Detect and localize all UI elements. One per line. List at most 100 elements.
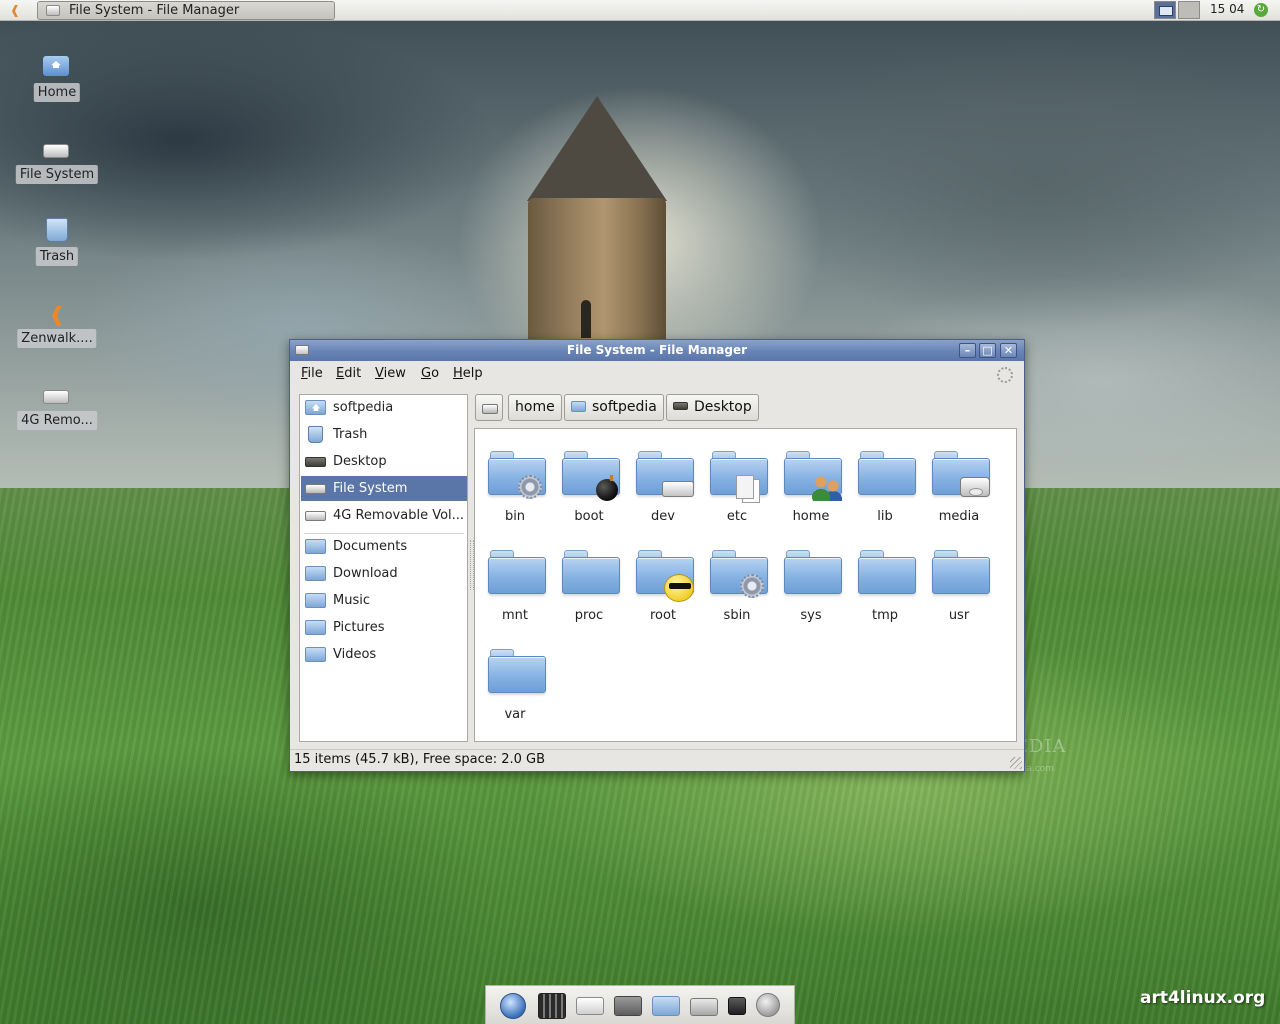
desktop-icon-label: File System [15,165,99,184]
file-item-root[interactable]: root [627,540,699,632]
folder-icon [636,550,694,602]
close-button[interactable]: ✕ [1000,343,1017,358]
sidebar-item-label: Trash [333,427,368,442]
folder-icon [636,451,694,497]
resize-grip-icon[interactable] [1010,757,1022,769]
path-button-desktop[interactable]: Desktop [666,394,759,421]
window-title: File System - File Manager [566,343,748,357]
file-item-sys[interactable]: sys [775,540,847,632]
trash-icon [308,426,323,443]
update-notifier-icon[interactable]: ↻ [1254,3,1268,17]
path-button-softpedia[interactable]: softpedia [564,394,664,421]
sidebar-item-label: Download [333,566,398,581]
menu-help-label: elp [462,366,483,381]
file-item-etc[interactable]: etc [701,441,773,533]
menu-go[interactable]: Go [421,366,439,381]
terminal-icon[interactable] [614,996,642,1016]
desktop-icon-file-system[interactable]: File System [15,134,99,208]
file-item-sbin[interactable]: sbin [701,540,773,632]
file-item-var[interactable]: var [479,639,551,731]
media-player-icon[interactable] [538,993,566,1019]
file-item-dev[interactable]: dev [627,441,699,533]
folder-icon [932,451,990,497]
file-name: tmp [871,608,898,623]
file-item-media[interactable]: media [923,441,995,533]
path-bar: home softpedia Desktop [475,394,1015,422]
folder-icon [562,451,620,501]
drive-emblem-icon [662,481,694,497]
sidebar-item-file-system[interactable]: File System [301,476,467,501]
desktop-icon-removable-drive[interactable]: 4G Remo... [16,380,98,454]
archive-icon[interactable] [690,998,718,1016]
menu-edit-label: dit [344,366,362,381]
cd-drive-emblem-icon [960,477,990,497]
sound-icon[interactable] [756,993,780,1017]
side-pane: softpedia Trash Desktop File System 4G R… [299,394,468,742]
web-browser-icon[interactable] [500,993,526,1019]
sidebar-item-removable-volume[interactable]: 4G Removable Vol... [301,503,467,528]
file-item-mnt[interactable]: mnt [479,540,551,632]
file-item-home[interactable]: home [775,441,847,533]
file-item-lib[interactable]: lib [849,441,921,533]
trash-icon [46,218,68,242]
folder-icon [305,647,326,662]
menu-edit-accel: E [336,366,345,381]
menu-go-accel: G [421,366,432,381]
zenwalk-fish-icon: ❰ [48,302,66,326]
desktop-icon-home[interactable]: Home [16,52,98,126]
file-name: sbin [723,608,751,623]
path-button-home[interactable]: home [508,394,562,421]
menu-file-label: ile [307,366,323,381]
wallpaper-tower-roof [527,96,667,201]
network-icon[interactable] [728,997,746,1015]
sidebar-item-pictures[interactable]: Pictures [301,615,467,640]
file-name: usr [948,608,970,623]
sidebar-item-download[interactable]: Download [301,561,467,586]
status-bar: 15 items (45.7 kB), Free space: 2.0 GB [290,749,1024,771]
panel-clock[interactable]: 15 04 [1210,2,1244,16]
file-item-boot[interactable]: boot [553,441,625,533]
minimize-button[interactable]: – [959,343,976,358]
path-button-filesystem-root[interactable] [475,394,503,421]
sidebar-item-music[interactable]: Music [301,588,467,613]
drive-icon [46,5,60,16]
file-name: lib [877,509,893,524]
sidebar-item-videos[interactable]: Videos [301,642,467,667]
desktop-icon-label: Home [33,83,81,102]
sidebar-item-desktop[interactable]: Desktop [301,449,467,474]
maximize-button[interactable]: □ [979,343,996,358]
file-item-proc[interactable]: proc [553,540,625,632]
sidebar-item-label: File System [333,481,408,496]
folder-icon [710,451,768,499]
drive-icon [295,345,309,355]
home-folder-icon [571,400,586,412]
taskbar-window-button[interactable]: File System - File Manager [37,1,335,20]
sidebar-item-softpedia[interactable]: softpedia [301,395,467,420]
file-item-tmp[interactable]: tmp [849,540,921,632]
bottom-launcher-panel [485,985,795,1024]
desktop-icon [673,402,688,410]
activity-throbber-icon [997,367,1013,383]
workspace-2-button[interactable] [1178,1,1200,19]
desktop-icon-trash[interactable]: Trash [16,216,98,290]
desktop-icon-label: 4G Remo... [17,411,97,430]
menu-edit[interactable]: Edit [336,366,361,381]
home-icon [305,400,326,415]
file-item-bin[interactable]: bin [479,441,551,533]
file-icon-view[interactable]: bin boot dev etc home lib media mnt proc… [474,428,1017,742]
file-name: etc [726,509,748,524]
menu-help[interactable]: Help [453,366,483,381]
workspace-1-button[interactable] [1154,1,1176,19]
file-item-usr[interactable]: usr [923,540,995,632]
applications-menu-icon[interactable]: ❰ [6,2,24,18]
site-watermark: art4linux.org [1140,988,1266,1008]
menu-file[interactable]: File [301,366,323,381]
menu-view[interactable]: View [375,366,406,381]
file-search-icon[interactable] [652,996,680,1016]
file-name: mnt [502,608,528,623]
sidebar-item-documents[interactable]: Documents [301,534,467,559]
sidebar-item-trash[interactable]: Trash [301,422,467,447]
mail-icon[interactable] [576,997,604,1015]
desktop-icon-zenwalk[interactable]: ❰ Zenwalk.... [16,298,98,372]
window-titlebar[interactable]: File System - File Manager – □ ✕ [290,340,1024,361]
